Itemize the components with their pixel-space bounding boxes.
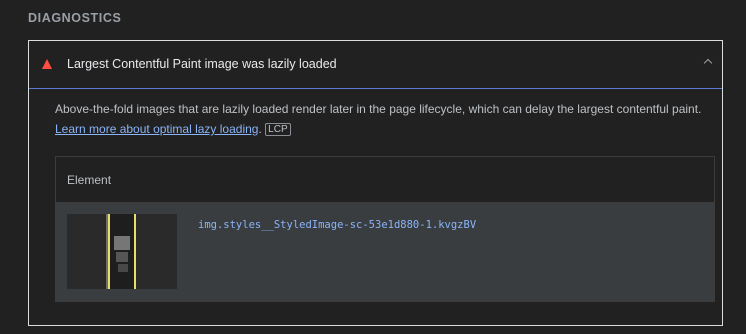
link-trailing-period: . (258, 122, 262, 136)
column-header-element: Element (67, 173, 112, 187)
section-title-diagnostics: DIAGNOSTICS (28, 11, 122, 25)
lcp-badge: LCP (265, 123, 291, 136)
audit-title: Largest Contentful Paint image was lazil… (67, 57, 337, 71)
chevron-up-icon[interactable] (703, 58, 713, 68)
learn-more-link[interactable]: Learn more about optimal lazy loading (55, 122, 258, 136)
audit-header[interactable]: Largest Contentful Paint image was lazil… (29, 41, 722, 89)
fail-triangle-icon (42, 59, 52, 69)
audit-description-text: Above-the-fold images that are lazily lo… (55, 102, 702, 116)
details-table: Element img.styles__StyledImage-sc-53e1d… (55, 156, 715, 302)
table-row: img.styles__StyledImage-sc-53e1d880-1.kv… (56, 203, 714, 301)
audit-lcp-lazy-loaded: Largest Contentful Paint image was lazil… (28, 40, 723, 326)
table-header: Element (56, 157, 714, 203)
element-node-selector[interactable]: img.styles__StyledImage-sc-53e1d880-1.kv… (198, 219, 476, 231)
audit-description: Above-the-fold images that are lazily lo… (55, 99, 720, 139)
element-thumbnail (67, 214, 177, 289)
